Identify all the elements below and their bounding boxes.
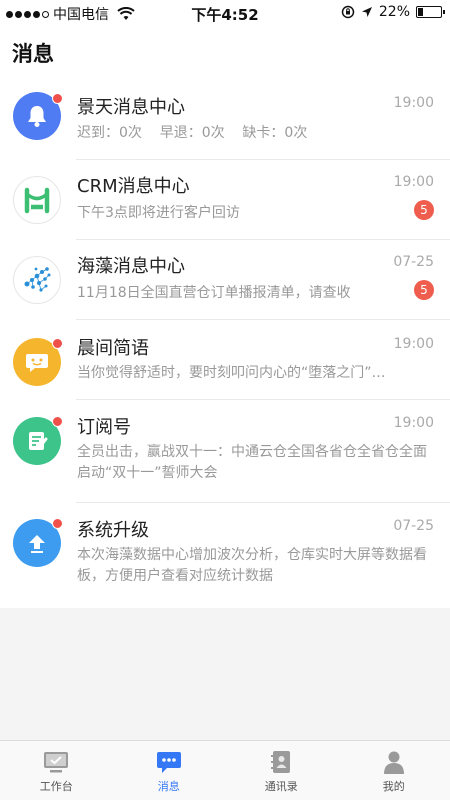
contacts-icon bbox=[267, 749, 295, 775]
message-time: 19:00 bbox=[393, 415, 434, 431]
battery-percent: 22% bbox=[378, 4, 410, 20]
message-title: 订阅号 bbox=[77, 417, 131, 438]
orientation-lock-icon bbox=[341, 5, 355, 19]
message-subtitle: 全员出击，赢战双十一：中通云仓全国各省仓全省仓全面启动“双十一”誓师大会 bbox=[77, 444, 427, 481]
crm-logo-icon bbox=[13, 176, 61, 224]
message-item-morning-words[interactable]: 晨间简语 19:00 当你觉得舒适时，要时刻叩问内心的“堕落之门”… bbox=[0, 320, 450, 400]
message-subtitle: 迟到：0次 早退：0次 缺卡：0次 bbox=[77, 125, 308, 141]
message-time: 19:00 bbox=[393, 336, 434, 352]
header: 消息 bbox=[0, 26, 450, 80]
message-time: 07-25 bbox=[393, 254, 434, 270]
message-title: 晨间简语 bbox=[77, 338, 149, 359]
profile-icon bbox=[380, 749, 408, 775]
unread-dot bbox=[52, 518, 63, 529]
message-time: 19:00 bbox=[393, 174, 434, 190]
location-arrow-icon bbox=[361, 7, 372, 17]
message-title: 系统升级 bbox=[77, 520, 149, 541]
unread-dot bbox=[52, 338, 63, 349]
tab-label: 我的 bbox=[382, 780, 405, 793]
message-subtitle: 本次海藻数据中心增加波次分析，仓库实时大屏等数据看板，方便用户查看对应统计数据 bbox=[77, 547, 427, 584]
status-right: 22% bbox=[341, 4, 445, 20]
message-subtitle: 下午3点即将进行客户回访 bbox=[77, 205, 240, 221]
workbench-icon bbox=[42, 749, 70, 775]
unread-dot bbox=[52, 416, 63, 427]
message-item-seaweed[interactable]: 海藻消息中心 07-25 11月18日全国直营仓订单播报清单，请查收 5 bbox=[0, 240, 450, 320]
tab-messages[interactable]: 消息 bbox=[113, 741, 226, 800]
tab-label: 消息 bbox=[157, 780, 180, 793]
page-title: 消息 bbox=[12, 42, 54, 66]
status-bar: 中国电信 下午4:52 22% bbox=[0, 0, 450, 26]
message-item-jingtian[interactable]: 景天消息中心 19:00 迟到：0次 早退：0次 缺卡：0次 bbox=[0, 80, 450, 160]
tab-label: 通讯录 bbox=[264, 780, 298, 793]
tab-bar: 工作台 消息 通讯录 我的 bbox=[0, 740, 450, 800]
message-title: 海藻消息中心 bbox=[77, 256, 185, 277]
unread-count-badge: 5 bbox=[414, 200, 434, 220]
message-title: 景天消息中心 bbox=[77, 97, 185, 118]
message-item-crm[interactable]: CRM消息中心 19:00 下午3点即将进行客户回访 5 bbox=[0, 160, 450, 240]
unread-dot bbox=[52, 93, 63, 104]
unread-count-badge: 5 bbox=[414, 280, 434, 300]
message-list: 景天消息中心 19:00 迟到：0次 早退：0次 缺卡：0次 CRM消息中心 1… bbox=[0, 80, 450, 608]
message-icon bbox=[155, 749, 183, 775]
message-subtitle: 当你觉得舒适时，要时刻叩问内心的“堕落之门”… bbox=[77, 365, 386, 381]
message-time: 19:00 bbox=[393, 95, 434, 111]
seaweed-logo-icon bbox=[13, 256, 61, 304]
tab-label: 工作台 bbox=[39, 780, 73, 793]
message-item-subscription[interactable]: 订阅号 19:00 全员出击，赢战双十一：中通云仓全国各省仓全省仓全面启动“双十… bbox=[0, 400, 450, 503]
message-subtitle: 11月18日全国直营仓订单播报清单，请查收 bbox=[77, 285, 351, 301]
battery-icon bbox=[416, 6, 445, 18]
tab-profile[interactable]: 我的 bbox=[338, 741, 450, 800]
tab-contacts[interactable]: 通讯录 bbox=[225, 741, 338, 800]
message-item-system-upgrade[interactable]: 系统升级 07-25 本次海藻数据中心增加波次分析，仓库实时大屏等数据看板，方便… bbox=[0, 503, 450, 608]
battery-fill bbox=[418, 8, 424, 16]
message-title: CRM消息中心 bbox=[77, 176, 190, 197]
message-time: 07-25 bbox=[393, 518, 434, 534]
tab-workbench[interactable]: 工作台 bbox=[0, 741, 113, 800]
